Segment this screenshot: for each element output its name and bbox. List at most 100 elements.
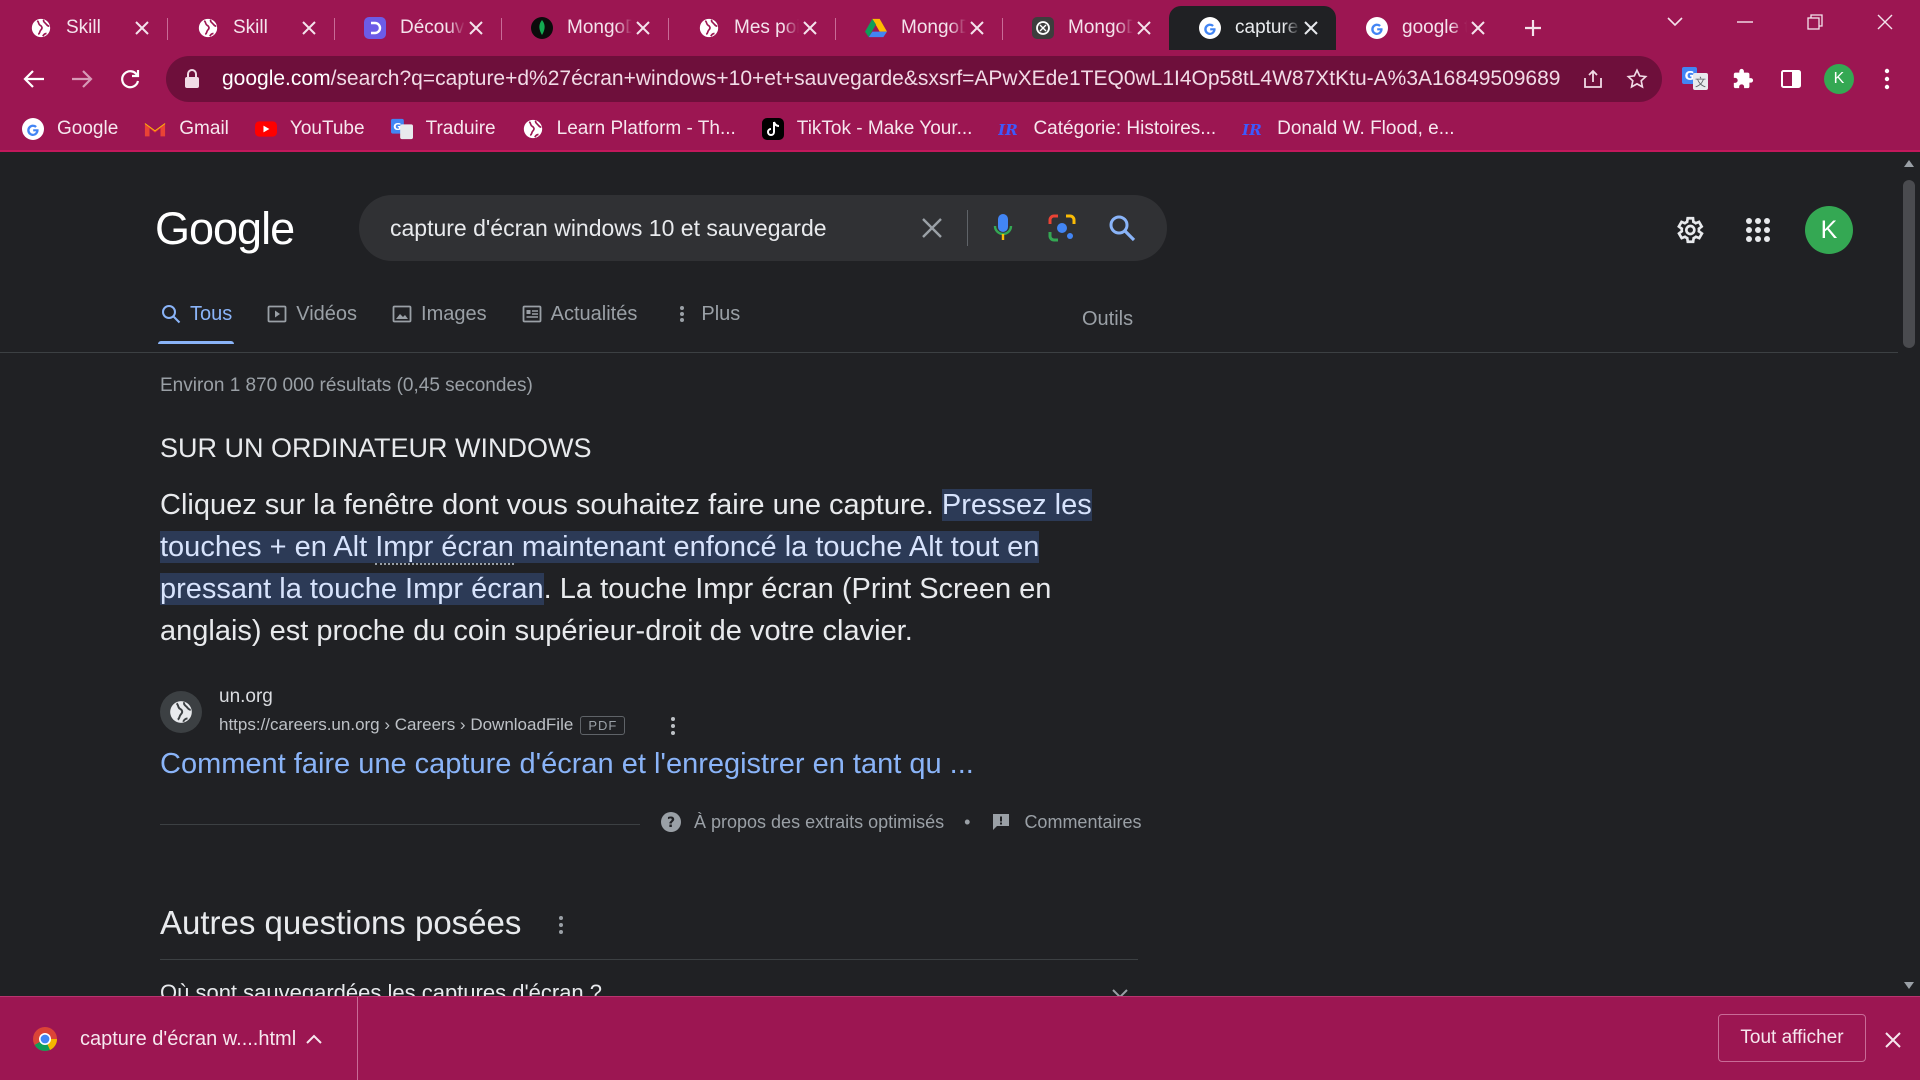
tab-close-button[interactable] xyxy=(1300,17,1322,39)
browser-tab[interactable]: MongoDB xyxy=(501,6,668,50)
search-tab[interactable]: Vidéos xyxy=(266,294,357,334)
browser-tab[interactable]: google tr xyxy=(1336,6,1503,50)
reload-icon xyxy=(121,70,140,89)
source-name[interactable]: un.org xyxy=(219,686,273,708)
tab-close-button[interactable] xyxy=(298,17,320,39)
scroll-thumb[interactable] xyxy=(1903,180,1915,348)
bookmark-item[interactable]: YouTube xyxy=(254,118,365,140)
source-favicon[interactable] xyxy=(160,691,202,733)
term-definition-link[interactable]: Impr écran xyxy=(375,531,514,565)
google-logo[interactable]: Google xyxy=(155,203,295,255)
tab-close-button[interactable] xyxy=(1467,17,1489,39)
paa-expand-button[interactable] xyxy=(1106,980,1134,996)
clear-search-button[interactable] xyxy=(908,204,956,252)
snippet-footer: ? À propos des extraits optimisés • Comm… xyxy=(660,811,1141,833)
search-tabs: Tous Vidéos Images Actualités Plus xyxy=(157,294,1140,344)
browser-tab[interactable]: Skill xyxy=(167,6,334,50)
feedback-link[interactable]: Commentaires xyxy=(1024,812,1141,833)
url-text[interactable]: google.com/search?q=capture+d%27écran+wi… xyxy=(222,67,1562,91)
search-tab-label: Plus xyxy=(701,302,741,325)
extensions-button[interactable] xyxy=(1721,57,1765,101)
minimize-icon xyxy=(1737,21,1753,23)
paa-question[interactable]: Où sont sauvegardées les captures d'écra… xyxy=(160,980,602,996)
bookmark-item[interactable]: Learn Platform - Th... xyxy=(522,118,736,140)
back-button[interactable] xyxy=(12,57,56,101)
bookmark-item[interactable]: IR Catégorie: Histoires... xyxy=(998,118,1216,140)
bookmark-item[interactable]: G Traduire xyxy=(390,118,496,140)
bookmark-item[interactable]: Google xyxy=(22,118,118,140)
pdf-badge: PDF xyxy=(580,715,626,735)
search-box[interactable]: capture d'écran windows 10 et sauvegarde xyxy=(359,195,1167,261)
bookmark-item[interactable]: IR Donald W. Flood, e... xyxy=(1242,118,1454,140)
minimize-button[interactable] xyxy=(1710,0,1780,44)
bookmark-item[interactable]: Gmail xyxy=(144,118,229,140)
google-apps-button[interactable] xyxy=(1734,206,1782,254)
browser-tab[interactable]: capture d'écran xyxy=(1169,6,1336,50)
browser-tab[interactable]: Mes points xyxy=(668,6,835,50)
about-snippets-link[interactable]: À propos des extraits optimisés xyxy=(694,812,944,833)
browser-tab[interactable]: Découvrir xyxy=(334,6,501,50)
purple-d-icon xyxy=(364,17,386,39)
arrow-right-icon xyxy=(72,70,93,88)
window-controls xyxy=(1640,0,1920,44)
search-tab[interactable]: Images xyxy=(391,294,487,334)
show-all-downloads-button[interactable]: Tout afficher xyxy=(1718,1014,1866,1062)
tab-search-button[interactable] xyxy=(1640,0,1710,44)
account-avatar[interactable]: K xyxy=(1805,206,1853,254)
more-vertical-icon xyxy=(671,303,693,325)
close-window-button[interactable] xyxy=(1850,0,1920,44)
tab-close-button[interactable] xyxy=(966,17,988,39)
scroll-up-arrow[interactable] xyxy=(1904,158,1914,168)
forward-button[interactable] xyxy=(60,57,104,101)
browser-tab[interactable]: MongoDB xyxy=(835,6,1002,50)
lock-icon[interactable] xyxy=(184,68,204,90)
browser-menu-button[interactable] xyxy=(1865,57,1909,101)
translate-extension-button[interactable]: G文 xyxy=(1673,57,1717,101)
voice-search-button[interactable] xyxy=(979,204,1027,252)
close-download-bar-button[interactable] xyxy=(1876,1023,1910,1057)
result-options-button[interactable] xyxy=(660,710,686,742)
search-submit-button[interactable] xyxy=(1098,204,1146,252)
scroll-down-arrow[interactable] xyxy=(1904,980,1914,990)
lens-search-button[interactable] xyxy=(1038,204,1086,252)
restore-button[interactable] xyxy=(1780,0,1850,44)
tabs-divider xyxy=(0,352,1898,353)
globe-icon xyxy=(522,118,544,140)
browser-tab[interactable]: MongoDB xyxy=(1002,6,1169,50)
page-scrollbar[interactable] xyxy=(1898,154,1920,996)
side-panel-button[interactable] xyxy=(1769,57,1813,101)
fandom-icon: IR xyxy=(998,118,1020,140)
share-button[interactable] xyxy=(1570,56,1616,102)
search-tab[interactable]: Plus xyxy=(671,294,740,334)
download-options-button[interactable] xyxy=(300,1025,328,1053)
bookmark-label: Google xyxy=(57,118,119,139)
bookmark-star-button[interactable] xyxy=(1614,56,1660,102)
paa-options-button[interactable] xyxy=(548,904,574,946)
tab-close-button[interactable] xyxy=(799,17,821,39)
download-item[interactable]: capture d'écran w....html xyxy=(0,997,358,1080)
tab-close-button[interactable] xyxy=(1133,17,1155,39)
search-separator xyxy=(967,210,968,246)
search-input[interactable]: capture d'écran windows 10 et sauvegarde xyxy=(390,215,890,242)
browser-tab[interactable]: Skill xyxy=(0,6,167,50)
tab-close-button[interactable] xyxy=(131,17,153,39)
search-tab[interactable]: Actualités xyxy=(521,294,637,334)
bookmark-label: YouTube xyxy=(289,118,365,139)
bookmark-label: Donald W. Flood, e... xyxy=(1277,118,1455,139)
tab-title: Mes points xyxy=(734,17,799,38)
profile-button[interactable]: K xyxy=(1817,57,1861,101)
bookmark-item[interactable]: TikTok - Make Your... xyxy=(761,118,972,140)
download-bar: capture d'écran w....html Tout afficher xyxy=(0,996,1920,1080)
settings-button[interactable] xyxy=(1665,206,1713,254)
tab-close-button[interactable] xyxy=(632,17,654,39)
new-tab-button[interactable] xyxy=(1511,6,1555,50)
globe-icon xyxy=(698,17,720,39)
close-icon xyxy=(1137,21,1151,35)
search-tab[interactable]: Tous xyxy=(157,294,235,344)
source-url[interactable]: https://careers.un.org › Careers › Downl… xyxy=(219,715,626,735)
address-bar[interactable]: google.com/search?q=capture+d%27écran+wi… xyxy=(166,56,1662,102)
result-title-link[interactable]: Comment faire une capture d'écran et l'e… xyxy=(160,748,974,781)
reload-button[interactable] xyxy=(108,57,152,101)
tools-button[interactable]: Outils xyxy=(1082,308,1133,331)
tab-close-button[interactable] xyxy=(465,17,487,39)
